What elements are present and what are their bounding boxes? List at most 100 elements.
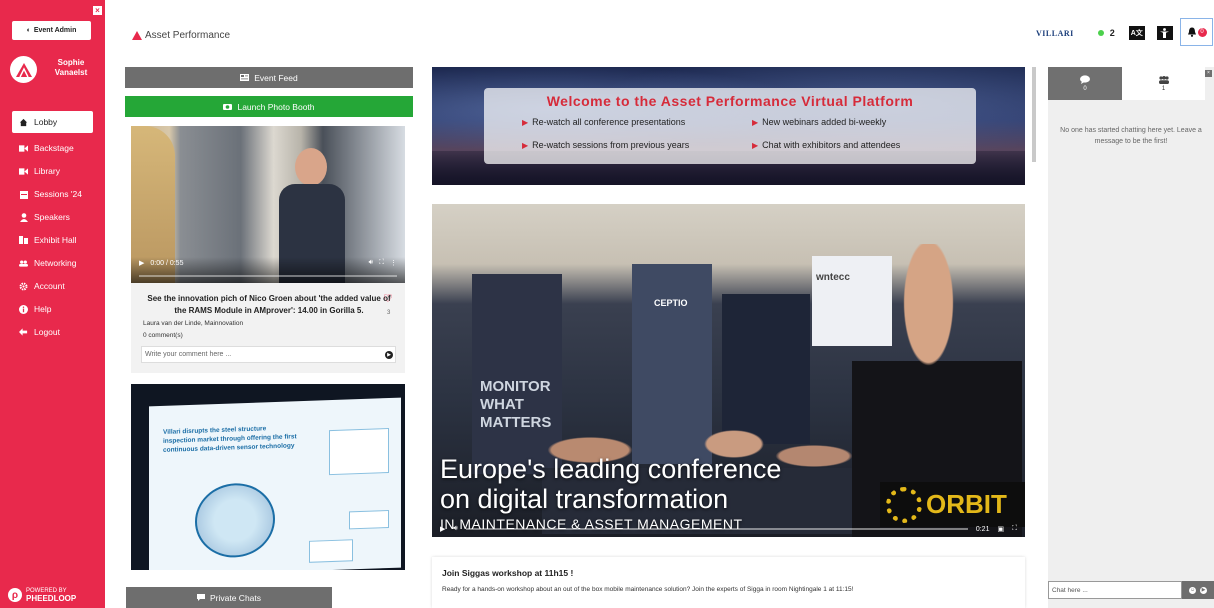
banner-point: ▶ Re-watch sessions from previous years xyxy=(522,140,690,150)
powered-by-brand: PHEEDLOOP xyxy=(26,594,77,603)
video-progress[interactable] xyxy=(465,528,968,530)
video-controls: ▶ 0:00 / 0:55 🔊︎ ⛶ ⋮ xyxy=(131,257,405,283)
sidebar-item-backstage[interactable]: Backstage xyxy=(12,137,93,159)
post-author: Laura van der Linde, Mainnovation xyxy=(143,320,244,327)
launch-photo-booth-button[interactable]: Launch Photo Booth xyxy=(125,96,413,117)
post-title: See the innovation pich of Nico Groen ab… xyxy=(147,294,391,315)
welcome-banner: Welcome to the Asset Performance Virtual… xyxy=(432,67,1025,185)
sidebar-item-logout[interactable]: Logout xyxy=(12,321,93,343)
chat-input[interactable]: Chat here ... xyxy=(1048,581,1182,599)
sidebar-item-networking[interactable]: Networking xyxy=(12,252,93,274)
sponsor-logo[interactable]: VILLARI xyxy=(1036,29,1074,38)
accessibility-icon[interactable] xyxy=(1156,26,1173,40)
heart-icon[interactable]: ♡ xyxy=(383,292,393,305)
fullscreen-icon[interactable]: ⛶ xyxy=(1012,525,1017,533)
play-icon[interactable]: ▶ xyxy=(139,259,144,267)
volume-icon[interactable]: 🔊︎ xyxy=(369,259,373,267)
close-chat-icon[interactable]: × xyxy=(1205,70,1212,77)
sidebar-item-help[interactable]: Help xyxy=(12,298,93,320)
scrollbar[interactable] xyxy=(1032,67,1036,162)
sidebar-item-exhibit-hall[interactable]: Exhibit Hall xyxy=(12,229,93,251)
video-progress[interactable] xyxy=(139,275,397,277)
notifications-button[interactable]: 0 xyxy=(1180,18,1213,46)
arrow-right-icon: ▶ xyxy=(522,140,529,150)
picture-in-picture-icon[interactable]: ▣ xyxy=(997,525,1004,533)
notification-badge: 0 xyxy=(1197,27,1207,37)
logout-icon xyxy=(19,328,28,337)
arrow-right-icon: ▶ xyxy=(752,140,759,150)
play-icon[interactable]: ▶ xyxy=(440,525,445,533)
fullscreen-icon[interactable]: ⛶ xyxy=(379,259,384,267)
people-count: 1 xyxy=(1161,85,1166,92)
video-time: 0:00 / 0:55 xyxy=(150,259,184,267)
online-status-icon xyxy=(1097,30,1104,36)
announcement-body: Ready for a hands-on workshop about an o… xyxy=(442,586,854,593)
banner-point: ▶ Re-watch all conference presentations xyxy=(522,117,686,127)
sidebar-item-account[interactable]: Account xyxy=(12,275,93,297)
video-time: 0:21 xyxy=(975,525,990,533)
booth-sign: wntecc xyxy=(816,272,850,283)
video-camera-icon xyxy=(19,167,28,176)
booth-sign: CEPTIO xyxy=(654,298,688,308)
tab-people[interactable]: 1 xyxy=(1122,67,1205,100)
triangle-logo-icon xyxy=(132,31,142,40)
chat-panel: 0 1 × No one has started chatting here y… xyxy=(1048,67,1214,608)
comment-count[interactable]: 0 comment(s) xyxy=(143,332,183,339)
sidebar-item-speakers[interactable]: Speakers xyxy=(12,206,93,228)
sidebar-item-library[interactable]: Library xyxy=(12,160,93,182)
sidebar-item-sessions[interactable]: Sessions '24 xyxy=(12,183,93,205)
messages-count: 0 xyxy=(1083,86,1087,92)
camera-icon xyxy=(223,104,233,110)
volume-icon[interactable]: 🔊︎ xyxy=(453,525,457,533)
online-count: 2 xyxy=(1109,28,1115,38)
pheedloop-logo-icon: ρ xyxy=(8,588,22,602)
banner-point: ▶ New webinars added bi-weekly xyxy=(752,117,887,127)
person-icon xyxy=(19,212,28,222)
video-headline: Europe's leading conference on digital t… xyxy=(440,454,782,514)
tab-messages[interactable]: 0 xyxy=(1048,67,1122,100)
brand-logo[interactable]: Asset Performance xyxy=(132,30,230,41)
users-icon xyxy=(1158,75,1169,84)
announcement-card[interactable]: Join Siggas workshop at 11h15 ! Ready fo… xyxy=(432,557,1025,608)
shield-icon: ◐ xyxy=(26,27,31,34)
info-icon xyxy=(19,304,28,314)
brand-name: Asset Performance xyxy=(145,30,231,41)
post-photo: Villari disrupts the steel structure ins… xyxy=(149,397,401,570)
gear-icon xyxy=(19,282,28,291)
more-options-icon[interactable]: ⋮ xyxy=(390,259,397,267)
event-feed-button[interactable]: Event Feed xyxy=(125,67,413,88)
send-message-icon[interactable]: ▶ xyxy=(1200,586,1207,594)
powered-by-pheedloop[interactable]: ρ POWERED BY PHEEDLOOP xyxy=(8,588,77,603)
feed-post-photo[interactable]: Villari disrupts the steel structure ins… xyxy=(131,384,405,570)
chat-empty-message: No one has started chatting here yet. Le… xyxy=(1060,127,1202,145)
comment-input[interactable]: Write your comment here ... xyxy=(141,346,396,363)
video-controls: ▶ 🔊︎ 0:21 ▣ ⛶ xyxy=(432,521,1025,537)
sidebar-collapse-icon[interactable]: × xyxy=(93,6,102,15)
exhibit-icon xyxy=(19,236,28,245)
video-camera-icon xyxy=(19,144,28,153)
calendar-icon xyxy=(19,190,28,199)
sidebar: × ◐ Event Admin Sophie Vanaelst Lobby Ba… xyxy=(0,0,105,608)
event-admin-button[interactable]: ◐ Event Admin xyxy=(12,21,91,40)
welcome-box: Welcome to the Asset Performance Virtual… xyxy=(484,88,976,164)
newspaper-icon xyxy=(240,74,250,81)
send-comment-icon[interactable]: ▶ xyxy=(385,351,393,359)
translate-icon[interactable]: A文 xyxy=(1128,26,1145,40)
like-count: 3 xyxy=(387,310,391,316)
orbit-logo-icon xyxy=(886,486,922,523)
main-video[interactable]: MONITOR WHAT MATTERS CEPTIO wntecc ORBIT… xyxy=(432,204,1025,537)
post-video[interactable]: ▶ 0:00 / 0:55 🔊︎ ⛶ ⋮ xyxy=(131,126,405,283)
bell-icon xyxy=(1187,27,1196,37)
arrow-right-icon: ▶ xyxy=(752,117,759,127)
home-icon xyxy=(19,118,28,127)
private-chats-button[interactable]: Private Chats xyxy=(126,587,332,608)
header-actions: VILLARI 2 A文 xyxy=(1036,22,1185,44)
emoji-icon[interactable]: ☺ xyxy=(1189,586,1196,594)
banner-title: Welcome to the Asset Performance Virtual… xyxy=(546,93,914,109)
sidebar-item-lobby[interactable]: Lobby xyxy=(12,111,93,133)
slide-headline: Villari disrupts the steel structure ins… xyxy=(163,425,297,454)
avatar[interactable] xyxy=(10,56,37,83)
users-icon xyxy=(19,259,28,268)
arrow-right-icon: ▶ xyxy=(522,117,529,127)
user-name: Sophie Vanaelst xyxy=(54,58,88,77)
